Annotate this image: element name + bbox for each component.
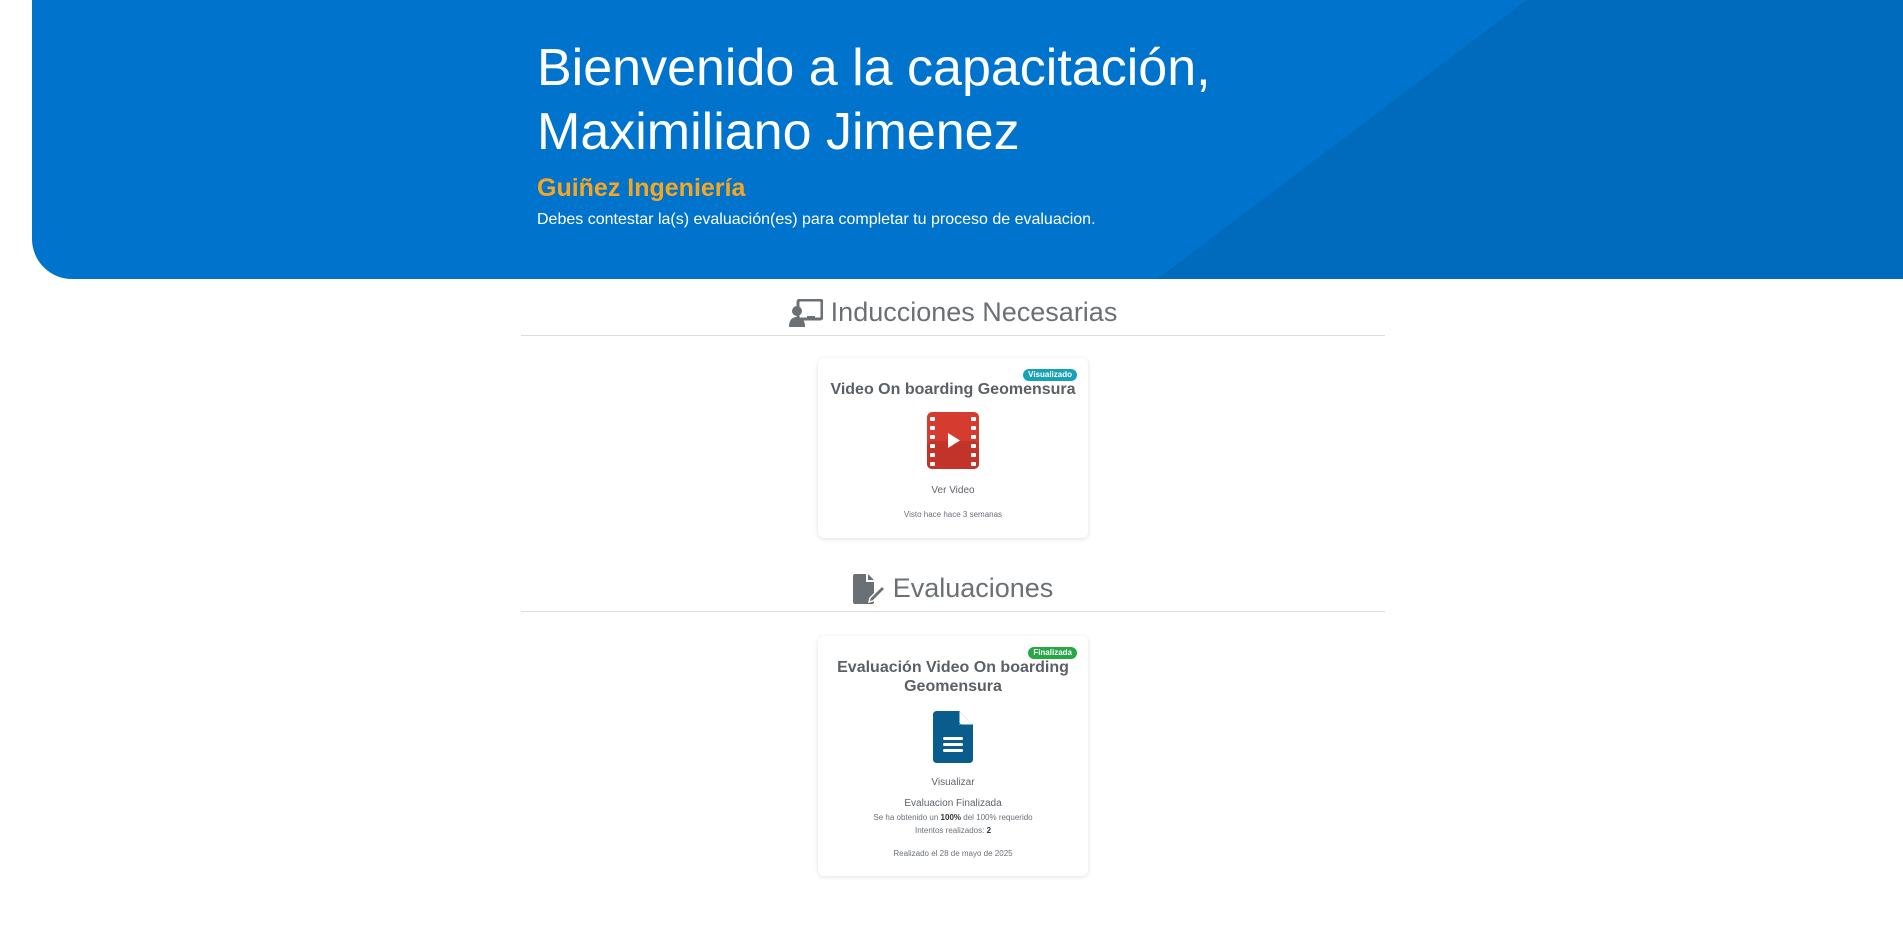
evaluation-card[interactable]: Finalizada Evaluación Video On boarding … — [818, 636, 1088, 876]
status-badge: Finalizada — [1028, 647, 1077, 659]
chalkboard-teacher-icon — [788, 298, 823, 327]
attempts-value: 2 — [986, 826, 992, 835]
watch-video-link[interactable]: Ver Video — [818, 485, 1088, 496]
instructions-text: Debes contestar la(s) evaluación(es) par… — [537, 211, 1096, 228]
status-badge: Visualizado — [1023, 369, 1077, 381]
induction-card[interactable]: Visualizado Video On boarding Geomensura… — [818, 358, 1088, 538]
welcome-title: Bienvenido a la capacitación, Maximilian… — [537, 36, 1437, 164]
welcome-banner: Bienvenido a la capacitación, Maximilian… — [32, 0, 1903, 279]
score-text: Se ha obtenido un 100% del 100% requerid… — [873, 813, 1033, 822]
section-heading-inducciones: Inducciones Necesarias — [521, 290, 1385, 336]
attempts-text: Intentos realizados: 2 — [914, 826, 992, 835]
document-icon[interactable] — [933, 711, 973, 763]
file-signature-icon — [852, 573, 885, 604]
section-title-inducciones: Inducciones Necesarias — [830, 297, 1118, 327]
card-title: Video On boarding Geomensura — [830, 381, 1076, 398]
view-evaluation-link[interactable]: Visualizar — [818, 777, 1088, 788]
card-title: Evaluación Video On boarding Geomensura — [837, 659, 1069, 695]
video-film-icon[interactable] — [927, 412, 979, 469]
evaluation-status: Evaluacion Finalizada — [904, 798, 1002, 809]
section-heading-evaluaciones: Evaluaciones — [521, 566, 1385, 612]
seen-timestamp: Visto hace hace 3 semanas — [903, 510, 1003, 519]
score-value: 100% — [940, 813, 962, 822]
section-title-evaluaciones: Evaluaciones — [892, 573, 1054, 603]
company-name: Guiñez Ingeniería — [537, 174, 746, 202]
user-name: Maximiliano Jimenez — [537, 103, 1020, 161]
welcome-title-line1: Bienvenido a la capacitación, — [537, 39, 1211, 97]
completion-date: Realizado el 28 de mayo de 2025 — [893, 849, 1013, 858]
